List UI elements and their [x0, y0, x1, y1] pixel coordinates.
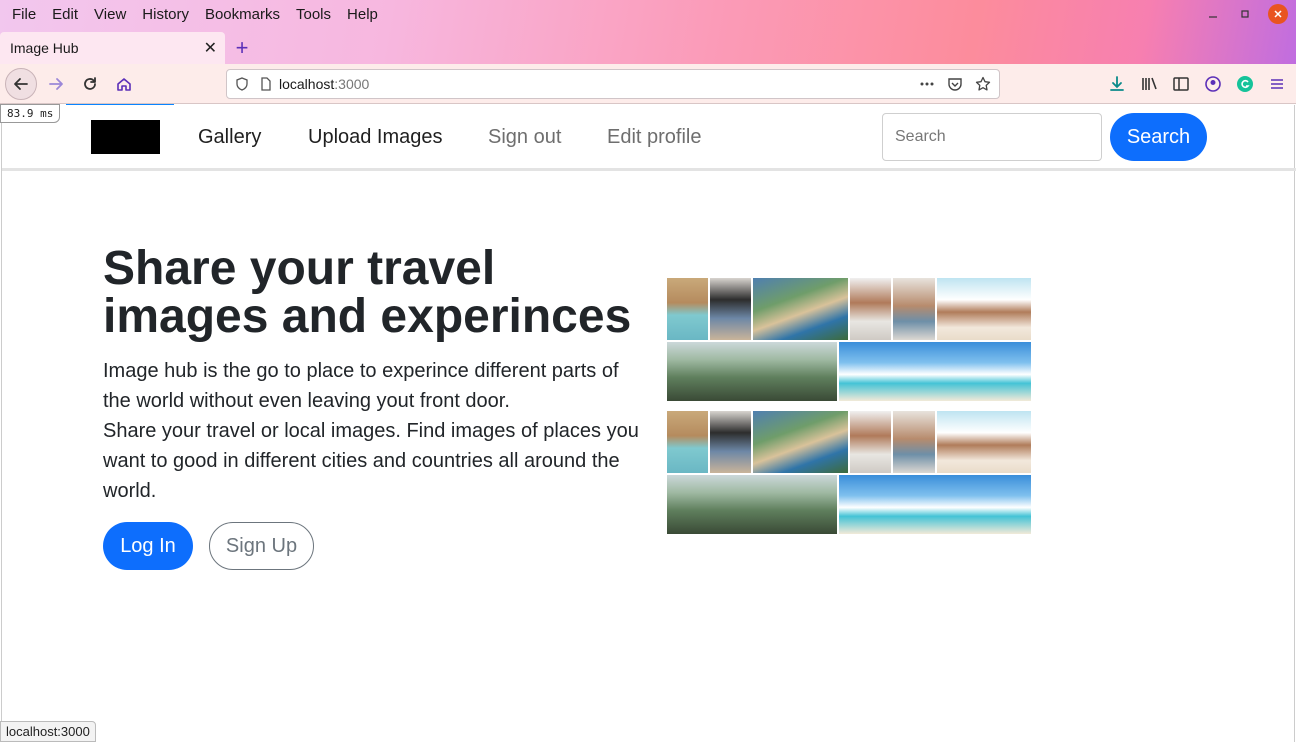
menu-file[interactable]: File: [4, 0, 44, 30]
timing-value: 83.9: [7, 107, 34, 120]
signup-button[interactable]: Sign Up: [209, 522, 314, 570]
collage-photo: [667, 342, 837, 401]
tab-image-hub[interactable]: Image Hub ✕: [0, 32, 225, 64]
menu-edit[interactable]: Edit: [44, 0, 86, 30]
collage-photo: [937, 278, 1031, 340]
close-window-icon[interactable]: [1268, 4, 1288, 24]
search-button[interactable]: Search: [1110, 113, 1207, 161]
sidebar-icon[interactable]: [1172, 75, 1190, 93]
status-url-tooltip: localhost:3000: [0, 721, 96, 742]
url-port: :3000: [334, 76, 370, 92]
url-text[interactable]: localhost:3000: [279, 76, 369, 92]
menu-history[interactable]: History: [134, 0, 197, 30]
collage-photo: [937, 411, 1031, 473]
reload-icon: [84, 76, 96, 90]
home-button[interactable]: [109, 69, 139, 99]
site-navbar: Gallery Upload Images Sign out Edit prof…: [2, 105, 1296, 171]
collage-photo: [753, 278, 848, 340]
hero-description: Image hub is the go to place to experinc…: [103, 356, 643, 506]
collage-block: [667, 411, 1031, 535]
collage-photo: [753, 411, 848, 473]
bookmark-star-icon[interactable]: [975, 76, 991, 92]
collage-photo: [667, 475, 837, 534]
hero-title: Share your travel images and experinces: [103, 242, 632, 343]
nav-upload-link[interactable]: Upload Images: [308, 125, 443, 149]
pocket-icon[interactable]: [947, 76, 963, 92]
download-icon[interactable]: [1108, 75, 1126, 93]
minimize-icon[interactable]: [1204, 5, 1222, 23]
collage-photo: [667, 411, 708, 473]
nav-signout-link[interactable]: Sign out: [488, 125, 561, 149]
url-actions: [919, 70, 991, 98]
collage-photo: [839, 342, 1031, 401]
menu-bar: File Edit View History Bookmarks Tools H…: [0, 0, 386, 30]
web-page: Gallery Upload Images Sign out Edit prof…: [1, 105, 1296, 742]
tab-strip: Image Hub ✕ +: [0, 32, 257, 64]
forward-arrow-icon: [49, 77, 63, 90]
url-host: localhost: [279, 76, 335, 92]
load-timing-badge: 83.9 ms: [0, 104, 61, 123]
account-icon[interactable]: [1204, 75, 1222, 93]
library-icon[interactable]: [1140, 75, 1158, 93]
collage-photo: [667, 278, 708, 340]
url-bar[interactable]: localhost:3000: [226, 69, 1000, 99]
page-icon[interactable]: [259, 77, 273, 91]
collage-photo: [710, 278, 751, 340]
menu-help[interactable]: Help: [339, 0, 386, 30]
menu-tools[interactable]: Tools: [288, 0, 339, 30]
grammarly-icon[interactable]: [1236, 75, 1254, 93]
browser-toolbar: localhost:3000: [0, 64, 1296, 104]
login-button[interactable]: Log In: [103, 522, 193, 570]
toolbar-right: [1108, 64, 1286, 104]
forward-button[interactable]: [41, 69, 71, 99]
back-button[interactable]: [5, 67, 37, 100]
title-area: File Edit View History Bookmarks Tools H…: [0, 0, 1296, 66]
hero-paragraph-2: Share your travel or local images. Find …: [103, 420, 639, 502]
back-arrow-icon: [14, 77, 28, 90]
timing-unit: ms: [40, 107, 54, 120]
collage-photo: [839, 475, 1031, 534]
collage-block: [667, 278, 1031, 402]
window-controls: [1204, 4, 1288, 24]
shield-icon[interactable]: [235, 77, 249, 91]
maximize-icon[interactable]: [1236, 5, 1254, 23]
menu-bookmarks[interactable]: Bookmarks: [197, 0, 288, 30]
browser-window: File Edit View History Bookmarks Tools H…: [0, 0, 1296, 743]
nav-gallery-link[interactable]: Gallery: [198, 125, 261, 149]
new-tab-button[interactable]: +: [227, 33, 257, 63]
search-input[interactable]: [882, 113, 1102, 161]
reload-button[interactable]: [75, 69, 105, 99]
collage-photo: [850, 278, 891, 340]
collage-photo: [710, 411, 751, 473]
collage-photo: [893, 278, 935, 340]
hero-paragraph-1: Image hub is the go to place to experinc…: [103, 360, 619, 412]
home-icon: [117, 77, 131, 91]
hamburger-menu-icon[interactable]: [1268, 75, 1286, 93]
more-actions-icon[interactable]: [919, 76, 935, 92]
brand-logo[interactable]: [91, 120, 160, 154]
tab-title: Image Hub: [10, 40, 79, 56]
travel-collage-image: [667, 278, 1031, 535]
collage-photo: [893, 411, 935, 473]
nav-edit-profile-link[interactable]: Edit profile: [607, 125, 702, 149]
collage-photo: [850, 411, 891, 473]
menu-view[interactable]: View: [86, 0, 134, 30]
tab-close-icon[interactable]: ✕: [204, 38, 217, 58]
